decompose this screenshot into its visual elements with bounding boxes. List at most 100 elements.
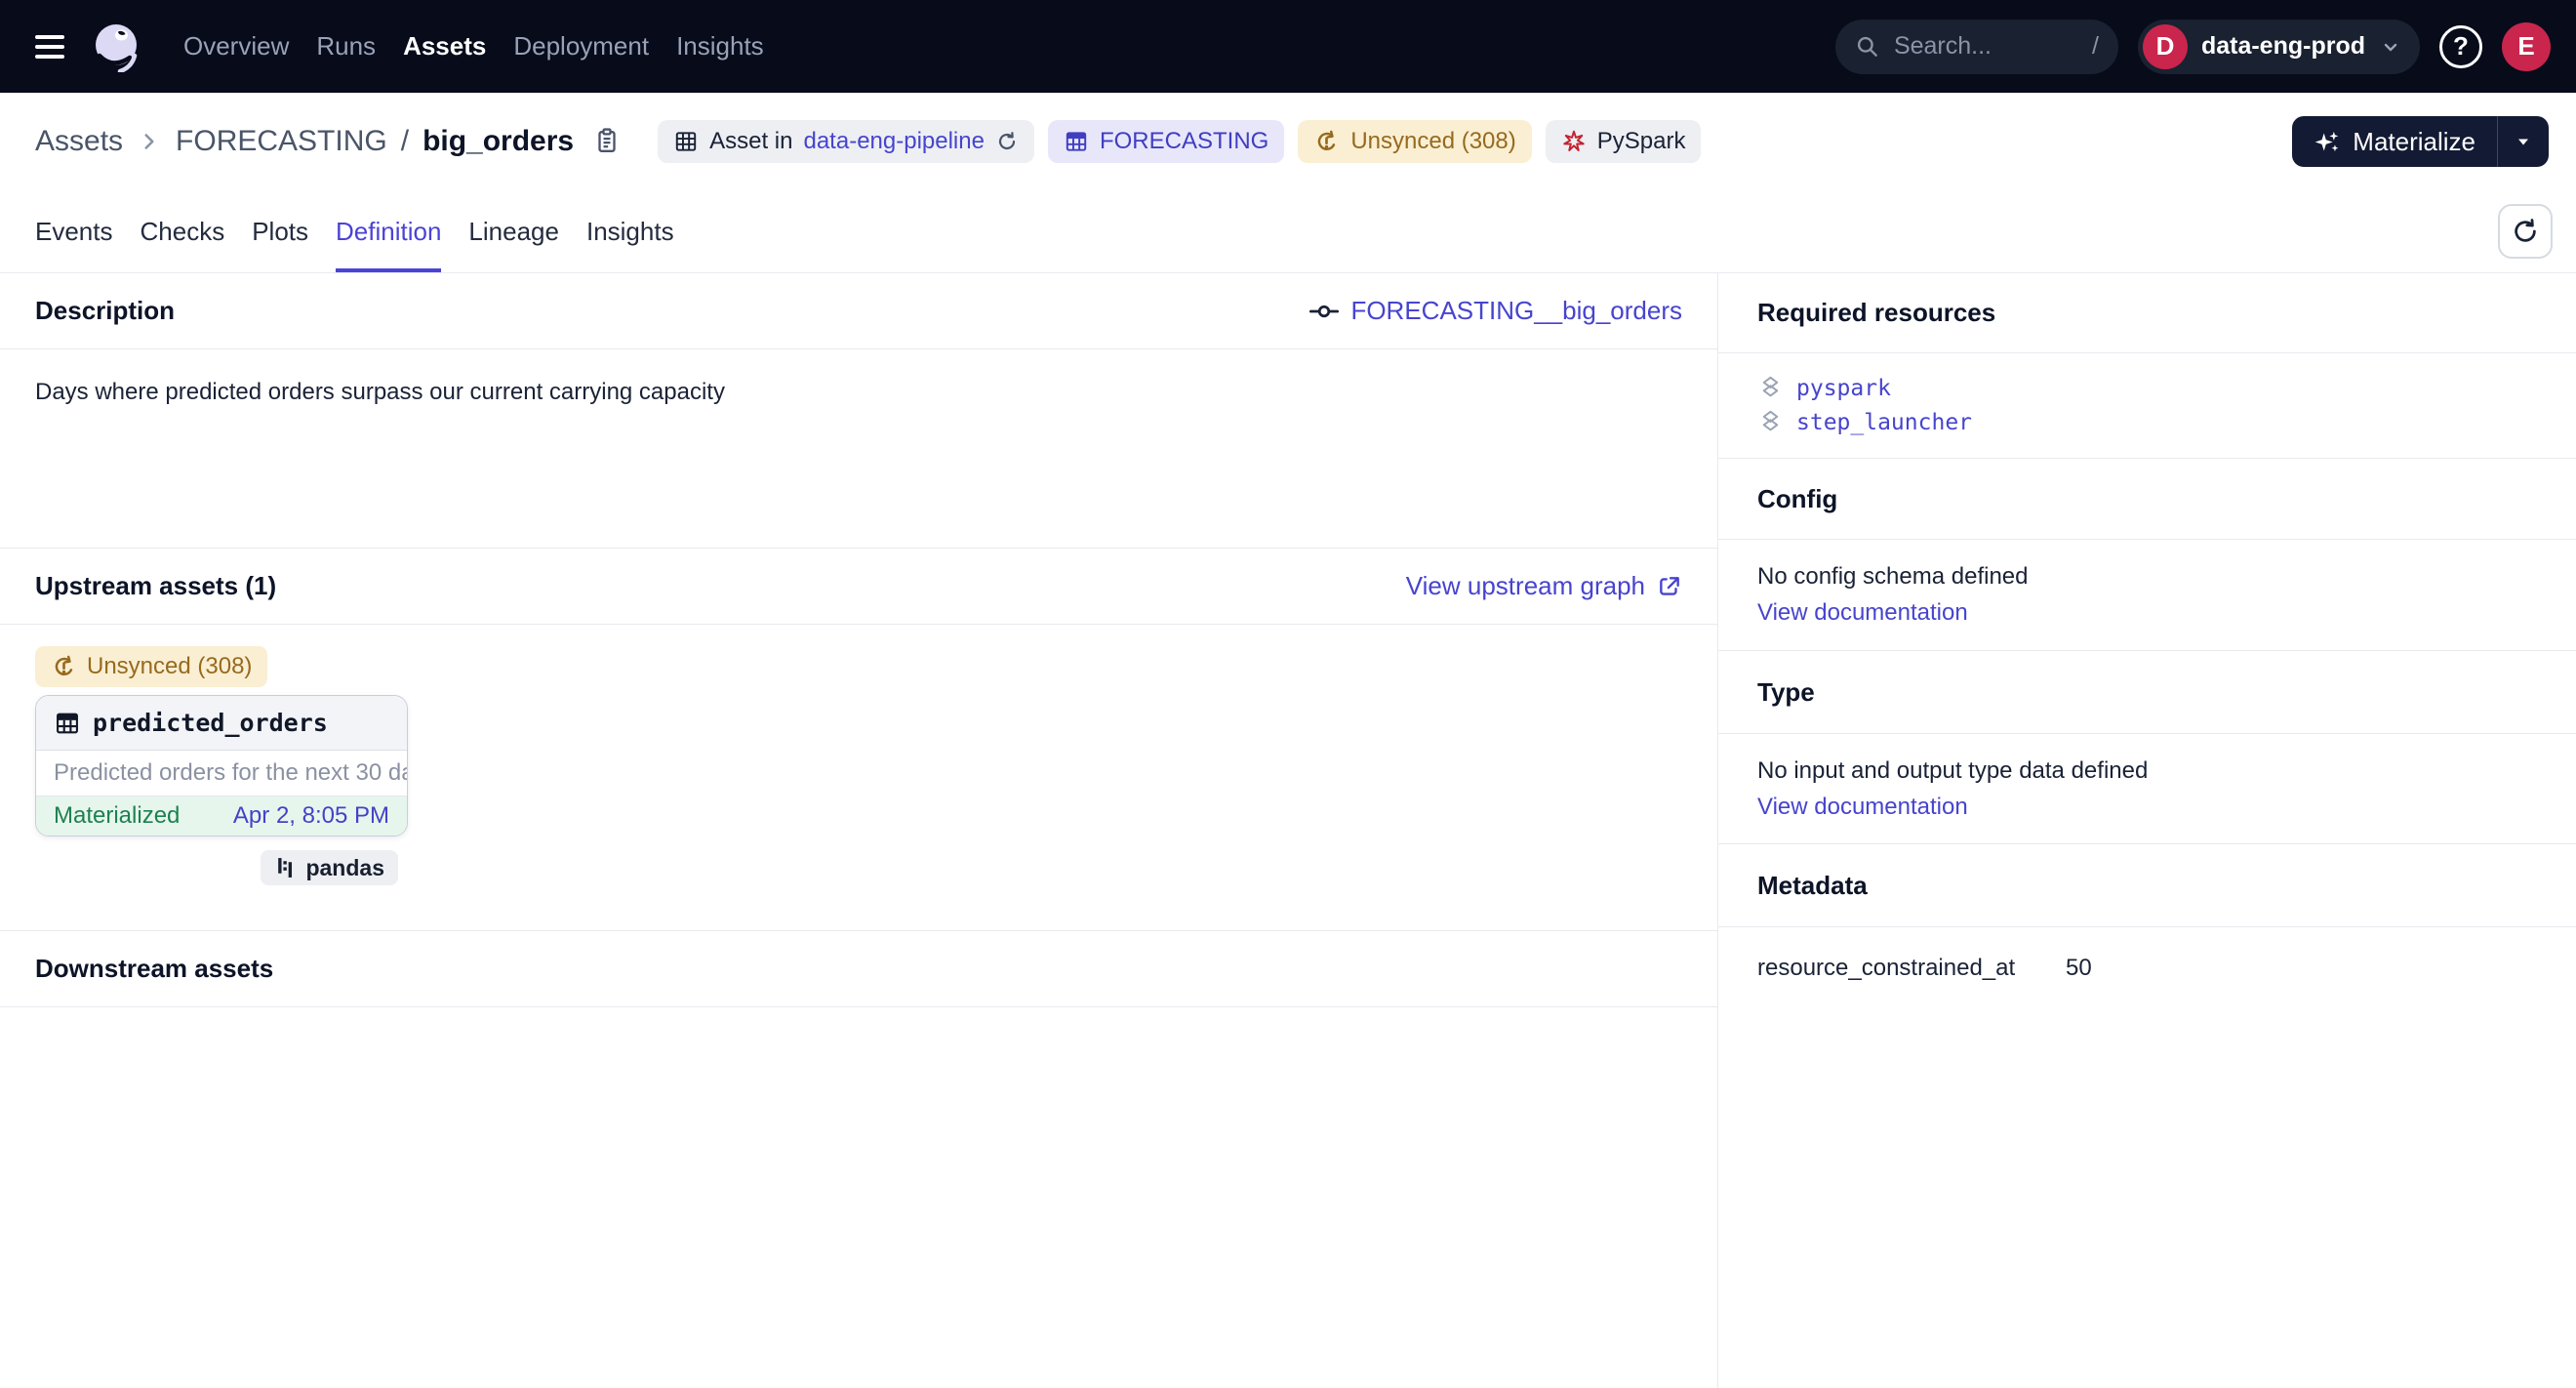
metadata-row: resource_constrained_at 50 bbox=[1718, 927, 2576, 982]
pipeline-tag-prefix: Asset in bbox=[709, 128, 792, 155]
breadcrumb-group-link[interactable]: FORECASTING bbox=[176, 125, 387, 158]
asset-group-icon bbox=[1064, 129, 1089, 154]
deployment-name: data-eng-prod bbox=[2201, 32, 2365, 61]
content: Description FORECASTING__big_orders Days… bbox=[0, 273, 2576, 1388]
asset-card-footer: Materialized Apr 2, 8:05 PM bbox=[36, 796, 407, 836]
page-header: Assets FORECASTING / big_orders bbox=[0, 93, 2576, 190]
nav-item-assets[interactable]: Assets bbox=[403, 31, 486, 61]
group-tag-label: FORECASTING bbox=[1100, 128, 1268, 155]
group-tag[interactable]: FORECASTING bbox=[1048, 120, 1284, 163]
asset-kind-row: pandas bbox=[35, 850, 408, 885]
nav-item-insights[interactable]: Insights bbox=[676, 31, 764, 61]
upstream-sync-badge[interactable]: Unsynced (308) bbox=[35, 646, 267, 687]
refresh-button[interactable] bbox=[2498, 204, 2553, 259]
dagster-asset-definition-page: Overview Runs Assets Deployment Insights… bbox=[0, 0, 2576, 1388]
asset-card-name: predicted_orders bbox=[93, 709, 328, 737]
nav-item-deployment[interactable]: Deployment bbox=[513, 31, 649, 61]
help-icon[interactable]: ? bbox=[2439, 25, 2482, 68]
deployment-switcher[interactable]: D data-eng-prod bbox=[2138, 20, 2420, 74]
config-view-documentation-link[interactable]: View documentation bbox=[1757, 599, 1968, 626]
type-header: Type bbox=[1718, 651, 2576, 734]
copy-asset-name-button[interactable] bbox=[593, 127, 621, 156]
materialized-status: Materialized bbox=[54, 802, 180, 830]
metadata-header: Metadata bbox=[1718, 844, 2576, 927]
nav-item-runs[interactable]: Runs bbox=[316, 31, 376, 61]
pandas-icon bbox=[274, 856, 296, 879]
required-resources-list: pyspark step_launcher bbox=[1718, 353, 2576, 459]
pipeline-tag[interactable]: Asset in data-eng-pipeline bbox=[658, 120, 1034, 163]
description-header: Description FORECASTING__big_orders bbox=[0, 273, 1717, 349]
search-input[interactable] bbox=[1894, 32, 2078, 61]
deployment-badge: D bbox=[2143, 24, 2188, 69]
required-resources-title: Required resources bbox=[1757, 298, 1995, 328]
definition-sidebar: Required resources pyspark step_launcher bbox=[1717, 273, 2576, 1388]
config-header: Config bbox=[1718, 459, 2576, 540]
search-box[interactable]: / bbox=[1835, 20, 2118, 74]
metadata-value: 50 bbox=[2066, 955, 2092, 982]
table-icon bbox=[54, 710, 81, 737]
description-body: Days where predicted orders surpass our … bbox=[0, 349, 1717, 549]
upstream-asset-node: predicted_orders Predicted orders for th… bbox=[35, 695, 408, 885]
dagster-logo-icon[interactable] bbox=[92, 21, 142, 72]
table-icon bbox=[673, 129, 699, 154]
pandas-kind-label: pandas bbox=[305, 855, 384, 881]
upstream-header: Upstream assets (1) View upstream graph bbox=[0, 549, 1717, 625]
type-title: Type bbox=[1757, 677, 1815, 708]
tab-insights[interactable]: Insights bbox=[586, 190, 674, 272]
sync-status-tag[interactable]: Unsynced (308) bbox=[1298, 120, 1531, 163]
tab-checks[interactable]: Checks bbox=[141, 190, 225, 272]
metadata-title: Metadata bbox=[1757, 871, 1868, 901]
description-text: Days where predicted orders surpass our … bbox=[35, 379, 1682, 406]
resource-item-step-launcher[interactable]: step_launcher bbox=[1757, 409, 2537, 435]
type-view-documentation-link[interactable]: View documentation bbox=[1757, 794, 1968, 820]
description-title: Description bbox=[35, 296, 175, 326]
breadcrumb-assets-link[interactable]: Assets bbox=[35, 125, 123, 158]
asset-card-description: Predicted orders for the next 30 day... bbox=[36, 751, 407, 796]
chevron-down-icon bbox=[2379, 35, 2402, 59]
tab-events[interactable]: Events bbox=[35, 190, 113, 272]
asset-card-header: predicted_orders bbox=[36, 696, 407, 751]
tab-lineage[interactable]: Lineage bbox=[468, 190, 559, 272]
tab-definition[interactable]: Definition bbox=[336, 190, 441, 272]
materialize-dropdown-button[interactable] bbox=[2498, 116, 2549, 167]
pyspark-spark-icon bbox=[1561, 129, 1587, 154]
config-title: Config bbox=[1757, 484, 1837, 514]
materialize-split-button: Materialize bbox=[2292, 116, 2549, 167]
pipeline-link[interactable]: data-eng-pipeline bbox=[803, 128, 984, 155]
tab-plots[interactable]: Plots bbox=[252, 190, 308, 272]
pandas-kind-tag[interactable]: pandas bbox=[261, 850, 398, 885]
breadcrumb-chevron-icon bbox=[137, 129, 162, 154]
compute-kind-label: PySpark bbox=[1597, 128, 1686, 155]
resource-link-pyspark[interactable]: pyspark bbox=[1796, 376, 1891, 401]
primary-nav: Overview Runs Assets Deployment Insights bbox=[183, 31, 764, 61]
hamburger-menu-icon[interactable] bbox=[35, 35, 64, 59]
breadcrumb-slash: / bbox=[401, 125, 409, 158]
compute-kind-tag[interactable]: PySpark bbox=[1546, 120, 1702, 163]
view-upstream-graph-link[interactable]: View upstream graph bbox=[1406, 571, 1682, 601]
config-content: No config schema defined View documentat… bbox=[1718, 540, 2576, 651]
materialized-timestamp-link[interactable]: Apr 2, 8:05 PM bbox=[233, 802, 389, 830]
materialize-label: Materialize bbox=[2353, 127, 2475, 157]
resource-link-step-launcher[interactable]: step_launcher bbox=[1796, 410, 1972, 435]
breadcrumb: Assets FORECASTING / big_orders bbox=[35, 125, 621, 158]
top-navbar: Overview Runs Assets Deployment Insights… bbox=[0, 0, 2576, 93]
resource-layers-icon bbox=[1757, 409, 1784, 435]
materialize-button[interactable]: Materialize bbox=[2292, 116, 2497, 167]
search-icon bbox=[1855, 34, 1880, 60]
job-link[interactable]: FORECASTING__big_orders bbox=[1309, 296, 1682, 326]
resource-layers-icon bbox=[1757, 375, 1784, 401]
nav-item-overview[interactable]: Overview bbox=[183, 31, 289, 61]
job-graph-icon bbox=[1309, 304, 1339, 319]
upstream-sync-badge-label: Unsynced (308) bbox=[87, 653, 252, 680]
type-message: No input and output type data defined bbox=[1757, 757, 2537, 785]
user-avatar[interactable]: E bbox=[2502, 22, 2551, 71]
external-link-icon bbox=[1657, 574, 1682, 599]
asset-card-predicted-orders[interactable]: predicted_orders Predicted orders for th… bbox=[35, 695, 408, 837]
unsynced-icon bbox=[51, 654, 77, 680]
resource-item-pyspark[interactable]: pyspark bbox=[1757, 375, 2537, 401]
downstream-title: Downstream assets bbox=[35, 954, 273, 984]
downstream-header: Downstream assets bbox=[0, 931, 1717, 1007]
config-message: No config schema defined bbox=[1757, 563, 2537, 591]
search-shortcut-hint: / bbox=[2092, 32, 2099, 61]
sparkles-icon bbox=[2314, 129, 2340, 155]
